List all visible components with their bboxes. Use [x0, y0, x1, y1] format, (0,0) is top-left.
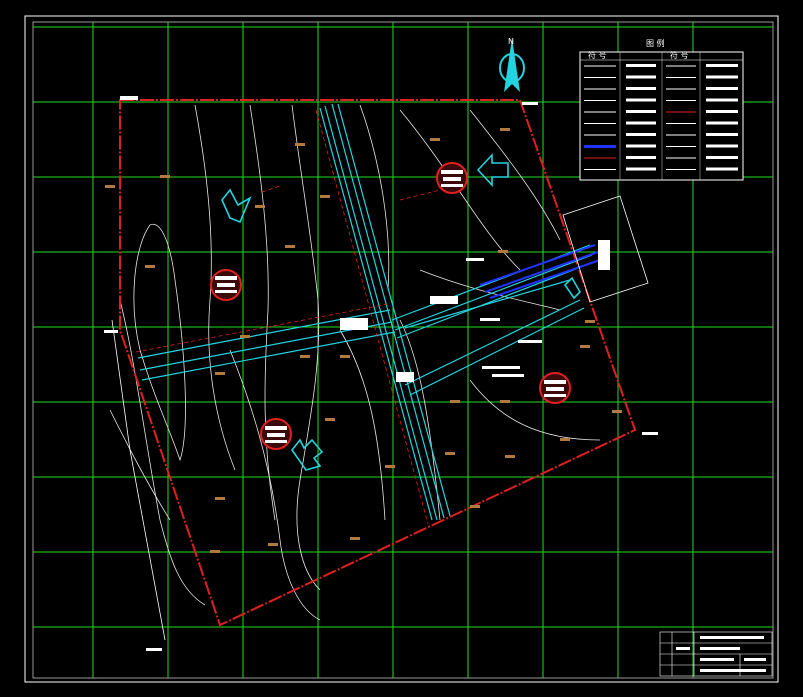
legend-item	[626, 156, 656, 159]
elevation-mark	[255, 205, 265, 208]
legend-item	[706, 98, 738, 102]
legend-item	[706, 110, 738, 113]
legend-item	[626, 98, 656, 102]
annotation-blocks	[104, 96, 658, 651]
elevation-mark	[585, 320, 595, 323]
legend-item	[706, 144, 738, 148]
elevation-mark	[160, 175, 170, 178]
legend-item	[626, 110, 656, 113]
elevation-mark	[498, 250, 508, 253]
legend-panel: 图 例 符 号 符 号	[579, 38, 744, 181]
legend-item	[626, 133, 656, 136]
elevation-mark	[500, 128, 510, 131]
warehouse-symbol-icon	[539, 372, 571, 404]
flow-arrow-icon	[221, 188, 252, 224]
legend-item	[626, 144, 656, 148]
elevation-mark	[385, 465, 395, 468]
elevation-mark	[580, 345, 590, 348]
elevation-mark	[470, 505, 480, 508]
warehouse-symbol-icon	[260, 418, 292, 450]
contour-lines	[109, 104, 601, 621]
site-boundary	[119, 99, 637, 627]
legend-item	[706, 75, 738, 79]
legend-item	[706, 87, 738, 90]
elevation-mark	[445, 452, 455, 455]
site-boundary-outer	[111, 319, 166, 641]
elevation-mark	[350, 537, 360, 540]
compass-letter: N	[508, 37, 514, 46]
legend-item	[706, 167, 738, 171]
elevation-mark	[450, 400, 460, 403]
elevation-marks	[105, 128, 622, 553]
elevation-mark	[500, 400, 510, 403]
elevation-mark	[145, 265, 155, 268]
elevation-mark	[300, 355, 310, 358]
legend-item	[626, 87, 656, 90]
elevation-mark	[325, 418, 335, 421]
legend-item	[706, 156, 738, 159]
warehouse-symbol-icon	[210, 269, 242, 301]
elevation-mark	[210, 550, 220, 553]
title-block	[659, 631, 773, 677]
legend-item	[626, 121, 656, 125]
elevation-mark	[240, 335, 250, 338]
road-network	[137, 103, 595, 521]
warehouse-symbol-icon	[436, 162, 468, 194]
legend-item	[626, 167, 656, 171]
compass-icon: N	[499, 37, 525, 92]
legend-header-symbol-1: 符 号	[588, 50, 607, 60]
site-plan-drawing: N 图 例 符 号 符 号	[24, 15, 779, 683]
elevation-mark	[215, 372, 225, 375]
elevation-mark	[215, 497, 225, 500]
elevation-mark	[285, 245, 295, 248]
elevation-mark	[105, 185, 115, 188]
legend-header-symbol-2: 符 号	[670, 50, 689, 60]
legend-item	[626, 64, 656, 67]
road-edges	[135, 109, 461, 525]
legend-item	[706, 133, 738, 136]
elevation-mark	[320, 195, 330, 198]
elevation-mark	[268, 543, 278, 546]
legend-item	[626, 75, 656, 79]
elevation-mark	[295, 143, 305, 146]
elevation-mark	[560, 438, 570, 441]
elevation-mark	[505, 455, 515, 458]
legend-item	[706, 121, 738, 125]
legend-item	[706, 64, 738, 67]
elevation-mark	[612, 410, 622, 413]
flow-arrow-icon	[476, 152, 509, 188]
elevation-mark	[430, 138, 440, 141]
elevation-mark	[340, 355, 350, 358]
legend-title: 图 例	[646, 38, 665, 48]
